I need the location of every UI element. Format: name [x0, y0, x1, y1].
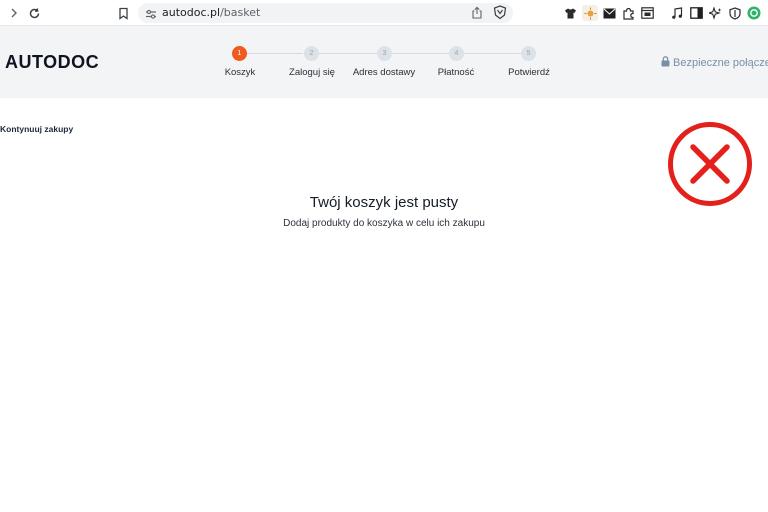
step-5-label: Potwierdź: [508, 67, 550, 78]
reload-icon[interactable]: [26, 5, 42, 21]
url-path: /basket: [220, 6, 261, 19]
secure-connection-label: Bezpieczne połącze: [673, 57, 768, 69]
step-1-label: Koszyk: [224, 67, 256, 78]
step-2-indicator: 2: [304, 46, 319, 61]
continue-shopping-link[interactable]: Kontynuuj zakupy: [0, 124, 73, 134]
extension-sun-icon[interactable]: [582, 5, 598, 21]
site-settings-icon[interactable]: [145, 7, 157, 25]
step-3-indicator: 3: [377, 46, 392, 61]
step-4-indicator: 4: [449, 46, 464, 61]
browser-toolbar: autodoc.pl/basket: [0, 0, 768, 26]
reader-icon[interactable]: [639, 5, 655, 21]
step-4-label: Płatność: [437, 67, 475, 78]
brave-shield-icon[interactable]: [493, 5, 507, 25]
step-1-indicator: 1: [232, 46, 247, 61]
extension-shirt-icon[interactable]: [562, 5, 578, 21]
empty-cart-subtitle: Dodaj produkty do koszyka w celu ich zak…: [283, 218, 485, 229]
secure-connection: Bezpieczne połącze: [661, 56, 768, 70]
step-5-indicator: 5: [521, 46, 536, 61]
bookmark-icon[interactable]: [115, 5, 131, 21]
step-connector: [463, 53, 521, 54]
profile-extension-icon[interactable]: [746, 5, 762, 21]
checkout-steps: 1 2 3 4 5 Koszyk Zaloguj się Adres dosta…: [0, 26, 768, 98]
checkout-header: AUTODOC 1 2 3 4 5 Koszyk Zaloguj się Adr…: [0, 26, 768, 98]
step-connector: [319, 53, 377, 54]
mail-icon[interactable]: [601, 5, 617, 21]
step-connector: [247, 53, 303, 54]
step-3-label: Adres dostawy: [352, 67, 416, 78]
puzzle-extension-icon[interactable]: [620, 5, 636, 21]
forward-icon[interactable]: [6, 5, 22, 21]
step-connector: [391, 53, 449, 54]
sparkle-icon[interactable]: [707, 5, 723, 21]
url-host: autodoc.pl: [162, 6, 221, 19]
sidebar-icon[interactable]: [688, 5, 704, 21]
share-icon[interactable]: [471, 6, 483, 24]
music-icon[interactable]: [669, 5, 685, 21]
empty-cart-title: Twój koszyk jest pusty: [309, 194, 459, 211]
step-2-label: Zaloguj się: [289, 67, 335, 78]
error-x-icon: [668, 122, 752, 206]
address-bar[interactable]: autodoc.pl/basket: [138, 3, 513, 23]
vpn-shield-icon[interactable]: [727, 5, 743, 21]
url-text: autodoc.pl/basket: [162, 6, 260, 19]
lock-icon: [661, 56, 670, 70]
